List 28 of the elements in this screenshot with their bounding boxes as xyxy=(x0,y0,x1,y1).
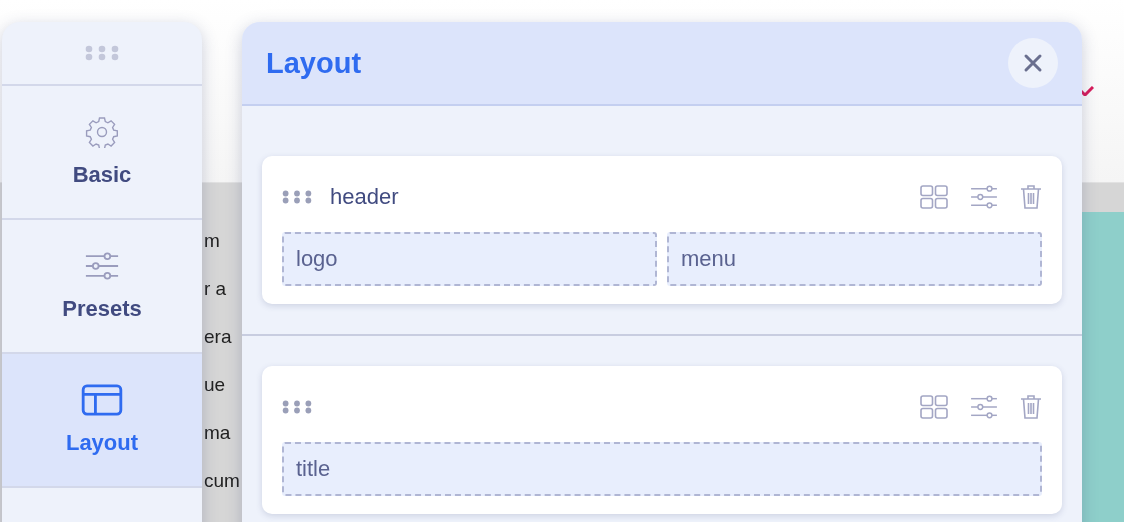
section-name: header xyxy=(330,184,399,210)
gear-icon xyxy=(85,116,119,148)
slot-block[interactable]: menu xyxy=(667,232,1042,286)
checkmark-icon xyxy=(1080,86,1094,96)
page-text-fragment: r a xyxy=(204,277,228,301)
grid-icon[interactable] xyxy=(920,185,948,209)
close-button[interactable] xyxy=(1008,38,1058,88)
dialog-title: Layout xyxy=(266,46,362,80)
sidebar-tab[interactable]: Layout xyxy=(2,354,202,488)
slot-block[interactable]: logo xyxy=(282,232,657,286)
page-text-fragment: ue xyxy=(204,373,227,397)
trash-icon[interactable] xyxy=(1020,394,1042,420)
page-text-fragment: era xyxy=(204,325,233,349)
page-text-fragment: ma xyxy=(204,421,232,445)
trash-icon[interactable] xyxy=(1020,184,1042,210)
sliders-icon[interactable] xyxy=(970,395,998,419)
grid-icon[interactable] xyxy=(920,395,948,419)
drag-handle-icon[interactable] xyxy=(282,400,312,414)
page-text-fragment: m xyxy=(204,229,221,253)
drag-handle-icon[interactable] xyxy=(85,45,119,61)
drag-handle-icon[interactable] xyxy=(282,190,312,204)
sidebar-tab[interactable]: Basic xyxy=(2,86,202,220)
slot-block[interactable]: title xyxy=(282,442,1042,496)
close-icon xyxy=(1023,53,1043,73)
layout-icon xyxy=(81,384,123,416)
page-text-fragment: cum xyxy=(204,469,241,493)
sliders-icon xyxy=(85,250,119,282)
sliders-icon[interactable] xyxy=(970,185,998,209)
